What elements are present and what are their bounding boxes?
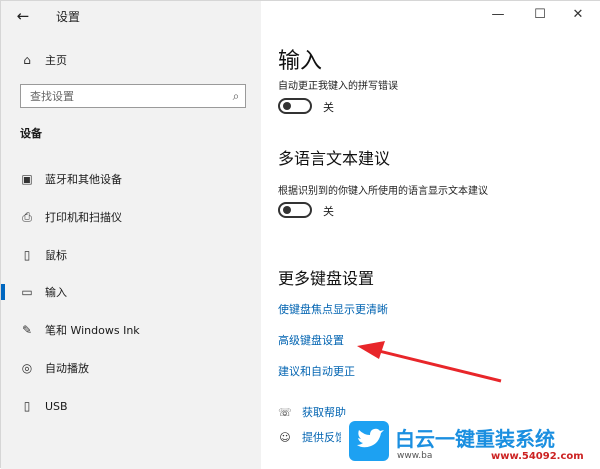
annotation-arrow bbox=[357, 341, 502, 383]
watermark-url: www.ba bbox=[397, 451, 433, 461]
watermark-site: www.54092.com bbox=[491, 451, 584, 462]
watermark-brand: 白云一键重装系统 bbox=[395, 427, 555, 451]
settings-window: ← 设置 ⌂ 主页 ⌕ 设备 ▣ 蓝牙和其他设备 ⎙ 打印机和扫描仪 ▯ 鼠标 … bbox=[0, 0, 600, 469]
arrow-head bbox=[357, 341, 385, 359]
watermark: 白云一键重装系统 www.ba www.54092.com bbox=[341, 415, 600, 469]
arrow-shaft bbox=[378, 349, 502, 383]
